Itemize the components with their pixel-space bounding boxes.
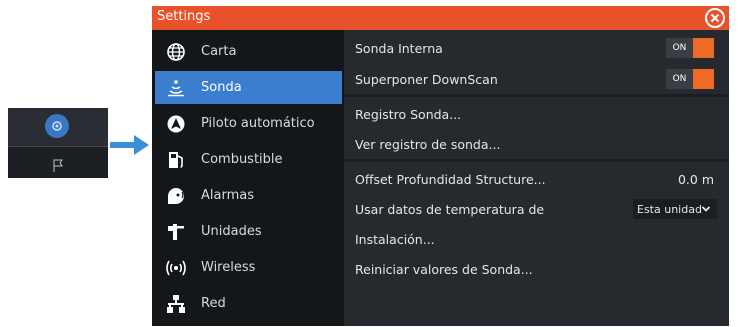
setting-reiniciar[interactable]: Reiniciar valores de Sonda... bbox=[344, 255, 729, 283]
setting-label: Usar datos de temperatura de bbox=[355, 201, 545, 217]
chevron-down-icon bbox=[701, 206, 711, 212]
setting-label: Reiniciar valores de Sonda... bbox=[355, 261, 533, 277]
toggle-state-label: ON bbox=[666, 38, 693, 58]
section-divider bbox=[344, 159, 729, 162]
sidebar-item-label: Red bbox=[201, 296, 226, 311]
setting-temperatura[interactable]: Usar datos de temperatura de Esta unidad bbox=[344, 195, 729, 223]
thumbnail-preview bbox=[8, 108, 108, 178]
sidebar-item-label: Carta bbox=[201, 44, 237, 59]
sidebar-item-label: Sonda bbox=[201, 80, 242, 95]
toggle-knob bbox=[693, 38, 714, 58]
settings-panel: Sonda Interna ON Superponer DownScan ON … bbox=[344, 30, 729, 326]
gear-icon bbox=[45, 114, 69, 138]
wireless-icon bbox=[165, 257, 187, 279]
setting-label: Instalación... bbox=[355, 231, 435, 247]
setting-superponer-downscan[interactable]: Superponer DownScan ON bbox=[344, 65, 729, 93]
sidebar-item-unidades[interactable]: Unidades bbox=[155, 215, 342, 248]
sidebar: Carta Sonda Piloto automático Combustibl… bbox=[152, 30, 344, 326]
toggle-state-label: ON bbox=[666, 69, 693, 89]
setting-instalacion[interactable]: Instalación... bbox=[344, 225, 729, 253]
toggle-switch[interactable]: ON bbox=[666, 38, 714, 58]
network-icon bbox=[165, 293, 187, 315]
toggle-switch[interactable]: ON bbox=[666, 69, 714, 89]
title-bar: Settings bbox=[152, 6, 729, 30]
setting-value: 0.0 m bbox=[677, 171, 714, 187]
units-icon bbox=[165, 221, 187, 243]
sidebar-item-label: Unidades bbox=[201, 224, 262, 239]
sidebar-item-label: Wireless bbox=[201, 260, 256, 275]
toggle-knob bbox=[693, 69, 714, 89]
sidebar-item-label: Piloto automático bbox=[201, 116, 315, 131]
sidebar-item-red[interactable]: Red bbox=[155, 287, 342, 320]
close-button[interactable] bbox=[705, 8, 725, 28]
sidebar-item-piloto-automatico[interactable]: Piloto automático bbox=[155, 107, 342, 140]
window-title: Settings bbox=[157, 9, 211, 24]
sidebar-item-combustible[interactable]: Combustible bbox=[155, 143, 342, 176]
sidebar-item-alarmas[interactable]: Alarmas bbox=[155, 179, 342, 212]
temperature-source-select[interactable]: Esta unidad bbox=[633, 199, 717, 219]
sonar-icon bbox=[165, 77, 187, 99]
globe-icon bbox=[165, 41, 187, 63]
sidebar-item-label: Combustible bbox=[201, 152, 283, 167]
setting-registro-sonda[interactable]: Registro Sonda... bbox=[344, 100, 729, 128]
settings-window: Settings Carta Sonda Piloto automático C… bbox=[152, 6, 729, 326]
setting-ver-registro[interactable]: Ver registro de sonda... bbox=[344, 130, 729, 158]
sidebar-item-wireless[interactable]: Wireless bbox=[155, 251, 342, 284]
setting-offset-profundidad[interactable]: Offset Profundidad Structure... 0.0 m bbox=[344, 165, 729, 193]
sidebar-item-carta[interactable]: Carta bbox=[155, 35, 342, 68]
setting-label: Offset Profundidad Structure... bbox=[355, 171, 546, 187]
section-divider bbox=[344, 94, 729, 97]
thumbnail-divider bbox=[8, 146, 108, 147]
flag-icon bbox=[52, 158, 64, 177]
select-value: Esta unidad bbox=[637, 202, 702, 216]
sidebar-item-label: Alarmas bbox=[201, 188, 254, 203]
arrow-right-icon bbox=[110, 134, 150, 160]
close-icon bbox=[710, 13, 720, 23]
setting-label: Ver registro de sonda... bbox=[355, 136, 501, 152]
alarm-icon bbox=[165, 185, 187, 207]
setting-sonda-interna[interactable]: Sonda Interna ON bbox=[344, 34, 729, 62]
setting-label: Superponer DownScan bbox=[355, 71, 498, 87]
fuel-pump-icon bbox=[165, 149, 187, 171]
autopilot-icon bbox=[165, 113, 187, 135]
sidebar-item-sonda[interactable]: Sonda bbox=[155, 71, 342, 104]
setting-label: Registro Sonda... bbox=[355, 106, 462, 122]
setting-label: Sonda Interna bbox=[355, 40, 443, 56]
